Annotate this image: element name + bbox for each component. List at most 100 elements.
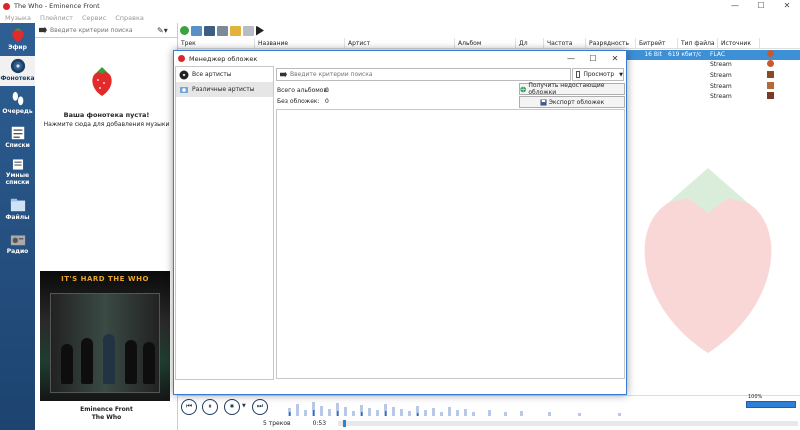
window-title: The Who - Eminence Front: [14, 2, 100, 10]
cell-bitrate: [665, 82, 707, 92]
menu-playlist[interactable]: Плейлист: [40, 14, 73, 22]
column-bitdepth[interactable]: Разрядность: [586, 38, 636, 49]
redo-icon[interactable]: [243, 25, 254, 36]
library-pane: ✎▾ Ваша фонотека пуста! Нажмите сюда для…: [35, 23, 178, 430]
title-bar: The Who - Eminence Front — ☐ ✕: [0, 0, 800, 12]
library-empty-hint[interactable]: Нажмите сюда для добавления музыки: [35, 121, 178, 128]
dialog-close-button[interactable]: ✕: [604, 51, 626, 66]
now-playing-artist: The Who: [91, 414, 122, 421]
export-covers-label: Экспорт обложек: [548, 98, 605, 106]
smart-list-icon: [12, 159, 23, 170]
artist-item-label: Различные артисты: [192, 86, 255, 93]
wrench-icon[interactable]: ✎▾: [157, 26, 168, 35]
library-search-input[interactable]: [50, 26, 155, 34]
save-icon[interactable]: [204, 25, 215, 36]
radio-icon: [10, 235, 25, 246]
cover-manager-dialog: Менеджер обложек — ☐ ✕ Все артисты Разли…: [173, 50, 627, 395]
covers-grid[interactable]: [276, 109, 625, 379]
export-covers-button[interactable]: Экспорт обложек: [519, 96, 625, 108]
menu-music[interactable]: Музыка: [5, 14, 31, 22]
column-artist[interactable]: Артист: [345, 38, 455, 49]
cell-bitdepth: [623, 71, 665, 81]
column-album[interactable]: Альбом: [455, 38, 516, 49]
pause-button[interactable]: ⏸: [202, 399, 218, 415]
column-source[interactable]: Источник: [718, 38, 760, 49]
menu-tools[interactable]: Сервис: [82, 14, 106, 22]
undo-icon[interactable]: [230, 25, 241, 36]
fetch-missing-covers-button[interactable]: Получить недостающие обложки: [519, 82, 625, 96]
column-samplerate[interactable]: Частота: [544, 38, 586, 49]
add-icon[interactable]: [180, 26, 189, 35]
status-bar: 5 треков 0:53: [178, 417, 800, 430]
strawberry-watermark-icon: [644, 168, 772, 353]
dialog-title-bar: Менеджер обложек — ☐ ✕: [174, 51, 626, 66]
artist-item-all[interactable]: Все артисты: [176, 67, 273, 82]
menu-help[interactable]: Справка: [115, 14, 144, 22]
stop-menu-chevron-icon[interactable]: ▼: [242, 403, 246, 409]
nav-item-smart-playlists[interactable]: Умные списки: [0, 156, 35, 186]
cell-filetype: Stream: [710, 83, 732, 90]
missing-covers-label: Без обложек:: [277, 98, 320, 105]
nav-label: Эфир: [8, 44, 27, 51]
cell-filetype: Stream: [710, 93, 732, 100]
dialog-search: [276, 68, 571, 81]
library-empty-title[interactable]: Ваша фонотека пуста!: [35, 111, 178, 119]
view-icon: [576, 71, 581, 78]
album-cover-photo: [50, 293, 160, 393]
now-playing-title: Eminence Front: [80, 406, 133, 413]
total-albums-value: 0: [325, 87, 329, 94]
nav-item-files[interactable]: Файлы: [0, 195, 35, 225]
source-icon: [752, 82, 792, 92]
dialog-window-controls: — ☐ ✕: [560, 51, 626, 66]
globe-icon: [520, 86, 527, 92]
volume-slider[interactable]: [746, 401, 796, 408]
column-filetype[interactable]: Тип файла: [678, 38, 718, 49]
nav-item-playlists[interactable]: Списки: [0, 123, 35, 153]
stop-button[interactable]: ⏹: [224, 399, 240, 415]
vinyl-icon: [10, 58, 25, 74]
minimize-button[interactable]: —: [722, 0, 748, 12]
dialog-minimize-button[interactable]: —: [560, 51, 582, 66]
dialog-maximize-button[interactable]: ☐: [582, 51, 604, 66]
previous-track-button[interactable]: ⏮: [181, 399, 197, 415]
source-icon: [752, 92, 792, 102]
search-arrow-icon: [280, 71, 287, 78]
source-icon: [752, 50, 792, 60]
open-icon[interactable]: [191, 25, 202, 36]
column-bitrate[interactable]: Битрейт: [636, 38, 678, 49]
files-icon: [10, 198, 25, 212]
seek-handle[interactable]: [342, 420, 346, 427]
column-length[interactable]: Дл: [516, 38, 544, 49]
playlist-icon[interactable]: [217, 25, 228, 36]
app-icon: [3, 2, 10, 10]
nav-label: Очередь: [2, 108, 33, 115]
chevron-down-icon: ▼: [619, 71, 623, 78]
play-next-icon[interactable]: [256, 25, 264, 36]
fetch-missing-covers-label: Получить недостающие обложки: [528, 82, 605, 96]
nav-label: Умные списки: [5, 172, 30, 186]
column-track[interactable]: Трек: [178, 38, 255, 49]
artist-item-various[interactable]: Различные артисты: [176, 82, 273, 97]
nav-label: Списки: [5, 142, 30, 149]
next-track-button[interactable]: ⏭: [252, 399, 268, 415]
dialog-title: Менеджер обложек: [189, 54, 258, 63]
dialog-search-input[interactable]: [290, 71, 560, 78]
cell-bitrate: [665, 92, 707, 102]
nav-item-queue[interactable]: Очередь: [0, 89, 35, 119]
footsteps-icon: [12, 91, 23, 106]
view-dropdown[interactable]: Просмотр ▼: [572, 68, 624, 81]
nav-item-radio[interactable]: Радио: [0, 229, 35, 259]
left-nav: Эфир Фонотека Очередь Списки Умные списк…: [0, 23, 35, 430]
column-title[interactable]: Название: [255, 38, 345, 49]
nav-item-library[interactable]: Фонотека: [0, 56, 35, 86]
app-icon: [178, 55, 185, 62]
seek-bar[interactable]: [338, 420, 798, 427]
close-button[interactable]: ✕: [774, 0, 800, 12]
nav-item-live[interactable]: Эфир: [0, 25, 35, 55]
various-artists-icon: [180, 86, 188, 93]
nav-label: Файлы: [5, 214, 30, 221]
maximize-button[interactable]: ☐: [748, 0, 774, 12]
cell-bitdepth: [623, 82, 665, 92]
cell-filetype: Stream: [710, 72, 732, 79]
strawberry-icon[interactable]: [87, 65, 117, 97]
